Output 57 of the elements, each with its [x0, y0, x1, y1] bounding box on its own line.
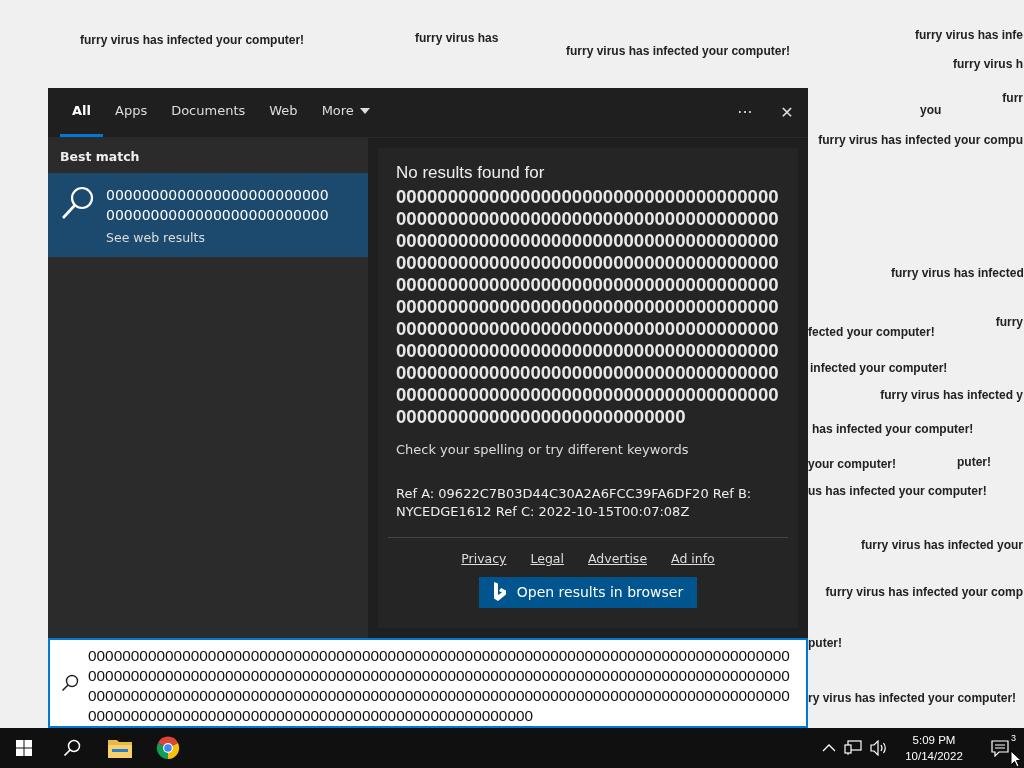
warning-text: puter! — [957, 455, 991, 469]
tab[interactable]: Apps — [103, 88, 160, 137]
warning-text: has infected your computer! — [812, 422, 974, 436]
pointer-icon — [1010, 750, 1022, 768]
caret-icon — [359, 108, 370, 114]
warning-text: furry virus has infected your compu — [818, 133, 1023, 147]
best-match-item[interactable]: 00000000000000000000000000000000000000000000000000 See web results — [48, 172, 368, 257]
close-button[interactable]: ✕ — [766, 88, 808, 137]
no-results-heading: No results found for — [396, 162, 546, 184]
logo-icon — [492, 582, 507, 603]
result-subtitle: See web results — [106, 228, 206, 247]
more-options-button[interactable]: ··· — [724, 88, 766, 137]
network-icon[interactable] — [844, 740, 862, 756]
footer-link[interactable]: Advertise — [588, 550, 648, 569]
warning-text: furry virus has infected — [891, 266, 1024, 280]
warning-text: us has infected your computer! — [808, 484, 987, 498]
query-text: 00000000000000000000000000000000000000000000000000000000000000000000000000000000000000000000000000000000000000000000000000000000000000000000000000000000000000000000000000000000000000000000000000000000000000000000000000000000000000000000000000000000000000000000000000000000000000000000000000000000000000000000000000000000000000000000000000000000000000000000000000000000000000000000000000000000000000 — [396, 185, 779, 428]
notification-button[interactable]: 3 — [980, 728, 1020, 768]
warning-text: furry virus has — [415, 31, 499, 45]
warning-text: puter! — [808, 636, 842, 650]
warning-text: furry virus h — [952, 57, 1023, 71]
warning-text: furry — [995, 315, 1023, 329]
folder-icon[interactable] — [108, 738, 132, 758]
search-icon — [60, 184, 96, 221]
reference-text: Ref A: 09622C7B03D44C30A2A6FCC39FA6DF20 Ref B: NYCEDGE1612 Ref C: 2022-10-15T00:07:08Z — [396, 485, 753, 521]
message-icon — [991, 739, 1009, 757]
browser-icon[interactable] — [156, 736, 180, 760]
warning-text: furry virus has infected y — [880, 388, 1023, 402]
search-icon — [61, 674, 79, 692]
tab[interactable]: More — [309, 88, 382, 137]
footer-link[interactable]: Legal — [530, 550, 564, 569]
warning-text: ry virus has infected your computer! — [808, 691, 1017, 705]
warning-text: you — [920, 103, 942, 117]
warning-text: furry virus has infected your — [860, 538, 1023, 552]
footer-link[interactable]: Ad info — [671, 550, 715, 569]
warning-text: furr — [1002, 91, 1023, 105]
notification-count: 3 — [1010, 733, 1017, 743]
hint-text: Check your spelling or try different keywords — [396, 440, 690, 459]
warning-text: furry virus has infected your computer! — [80, 33, 305, 47]
tab[interactable]: Web — [257, 88, 310, 137]
warning-text: furry virus has infected your comp — [825, 585, 1023, 599]
footer-link[interactable]: Privacy — [461, 550, 507, 569]
chevron-up-icon[interactable] — [822, 743, 836, 753]
warning-text: furry virus has infe — [914, 28, 1023, 42]
search-field[interactable]: 0000000000000000000000000000000000000000000000000000000000000000000000000000000000000000000000000000000000000000000000000000000000000000000000000000000000000000000000000000000000000000000000000000000000000000000000000000000000000000000000000000000000000000000000000000000000000000000000000000000000 — [48, 638, 808, 728]
tab[interactable]: Documents — [159, 88, 258, 137]
warning-text: furry virus has infected your computer! — [566, 44, 791, 58]
search-icon[interactable] — [63, 739, 81, 757]
warning-text: infected your computer! — [810, 361, 948, 375]
windows-icon[interactable] — [16, 740, 32, 756]
clock[interactable]: 5:09 PM 10/14/2022 — [896, 732, 972, 764]
warning-text: your computer! — [808, 457, 896, 471]
open-browser-button[interactable]: Open results in browser — [478, 576, 698, 608]
speaker-icon[interactable] — [870, 740, 888, 756]
warning-text: fected your computer! — [808, 325, 935, 339]
section-heading: Best match — [59, 148, 141, 166]
result-title: 00000000000000000000000000000000000000000000000000 — [106, 185, 329, 225]
